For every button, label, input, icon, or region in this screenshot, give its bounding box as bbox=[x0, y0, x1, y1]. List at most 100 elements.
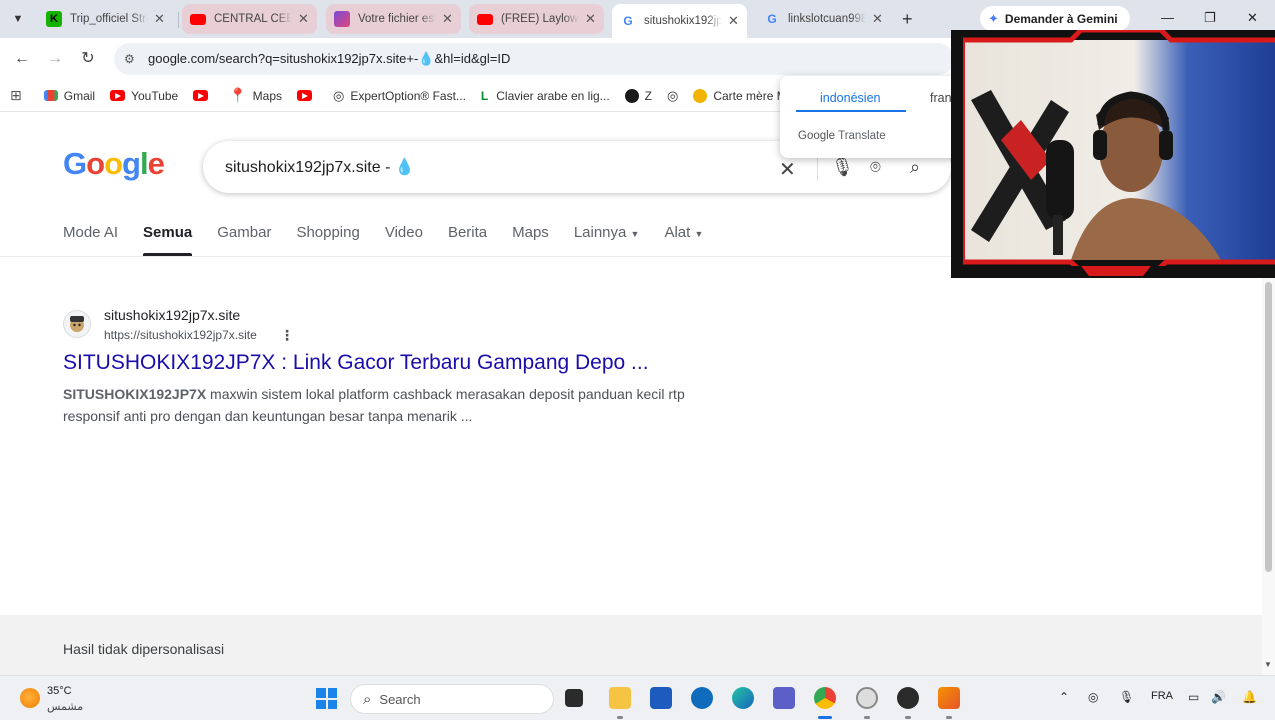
weather-temperature[interactable]: 35°C bbox=[47, 685, 72, 697]
bookmark-gmail[interactable]: Gmail bbox=[43, 89, 95, 103]
tab-central-cee[interactable]: CENTRAL CEE T ✕ bbox=[182, 4, 317, 34]
sun-weather-icon[interactable] bbox=[20, 688, 40, 708]
bookmark-maps[interactable]: 📍 Maps bbox=[229, 87, 282, 104]
gmail-icon bbox=[43, 90, 58, 101]
file-explorer-icon[interactable] bbox=[609, 687, 631, 709]
tab-trip-officiel[interactable]: K Trip_officiel Stre ✕ bbox=[38, 4, 173, 34]
recording-app-icon[interactable] bbox=[897, 687, 919, 709]
task-view-icon[interactable] bbox=[565, 689, 583, 707]
address-bar[interactable]: ⚙ google.com/search?q=situshokix192jp7x.… bbox=[114, 43, 954, 75]
tab-votre-fichier[interactable]: Votre fichier est ✕ bbox=[326, 4, 461, 34]
google-favicon-icon: G bbox=[767, 12, 777, 26]
chrome-icon[interactable] bbox=[814, 687, 836, 709]
brand-translate: Translate bbox=[838, 130, 886, 142]
apps-grid-icon[interactable]: ⊞ bbox=[10, 87, 22, 104]
scrollbar-thumb[interactable] bbox=[1265, 282, 1272, 572]
tab-situshokix-active[interactable]: G situshokix192jp7 ✕ bbox=[612, 4, 747, 38]
tab-lainnya[interactable]: Lainnya ▼ bbox=[574, 224, 640, 256]
minimize-icon[interactable]: — bbox=[1161, 10, 1174, 25]
bookmark-label: Z bbox=[644, 88, 652, 103]
clear-search-icon[interactable]: ✕ bbox=[779, 157, 796, 182]
google-lens-icon[interactable]: ⌾ bbox=[870, 157, 881, 178]
tray-chevron-up-icon[interactable]: ⌃ bbox=[1059, 690, 1069, 704]
result-site-name[interactable]: situshokix192jp7x.site bbox=[104, 307, 240, 323]
tab-gambar[interactable]: Gambar bbox=[217, 224, 271, 256]
close-tab-icon[interactable]: ✕ bbox=[872, 11, 883, 27]
tray-mic-icon[interactable]: 🎙 bbox=[1119, 690, 1134, 704]
bookmark-youtube-3[interactable] bbox=[297, 90, 318, 101]
translate-language-french[interactable]: fran bbox=[930, 91, 952, 105]
tab-berita[interactable]: Berita bbox=[448, 224, 487, 256]
bookmark-youtube[interactable]: YouTube bbox=[110, 89, 178, 103]
search-icon[interactable]: ⌕ bbox=[910, 157, 920, 178]
running-indicator bbox=[864, 716, 870, 719]
network-icon[interactable]: ▭ bbox=[1188, 690, 1199, 704]
bookmark-clavier-arabe[interactable]: L Clavier arabe en lig... bbox=[481, 89, 610, 103]
tab-mode-ai[interactable]: Mode AI bbox=[63, 224, 118, 256]
tab-shopping[interactable]: Shopping bbox=[296, 224, 359, 256]
file-favicon-icon bbox=[334, 11, 350, 27]
new-tab-plus-icon[interactable]: + bbox=[902, 9, 913, 30]
bookmark-expertoption[interactable]: ◎ ExpertOption® Fast... bbox=[333, 88, 466, 104]
site-info-icon[interactable]: ⚙ bbox=[124, 52, 142, 66]
microphone-icon[interactable]: 🎙 bbox=[831, 157, 854, 178]
windows-taskbar: 35°C مشمس ⌕ Search ⌃ ◎ 🎙 FRA ▭ 🔊 🔔 bbox=[0, 675, 1275, 720]
google-logo[interactable]: Google bbox=[63, 146, 165, 182]
address-text: google.com/search?q=situshokix192jp7x.si… bbox=[148, 51, 511, 66]
tab-maps[interactable]: Maps bbox=[512, 224, 549, 256]
taskbar-search-label: Search bbox=[379, 691, 421, 707]
reload-icon[interactable]: ↻ bbox=[78, 49, 98, 69]
result-url[interactable]: https://situshokix192jp7x.site bbox=[104, 328, 257, 342]
bookmark-globe[interactable]: ◎ bbox=[667, 88, 678, 104]
weather-description[interactable]: مشمس bbox=[47, 700, 83, 713]
tab-alat[interactable]: Alat ▼ bbox=[664, 224, 703, 256]
maps-pin-icon: 📍 bbox=[229, 87, 247, 103]
tab-title: linkslotcuan998 bbox=[788, 13, 866, 25]
keyboard-language[interactable]: FRA bbox=[1151, 690, 1173, 702]
back-arrow-icon[interactable]: ← bbox=[12, 49, 32, 69]
close-tab-icon[interactable]: ✕ bbox=[154, 11, 165, 27]
page-scrollbar[interactable]: ▼ bbox=[1262, 256, 1275, 675]
outlook-icon[interactable] bbox=[691, 687, 713, 709]
scroll-down-arrow-icon[interactable]: ▼ bbox=[1264, 660, 1272, 669]
microsoft-store-icon[interactable] bbox=[650, 687, 672, 709]
close-tab-icon[interactable]: ✕ bbox=[442, 11, 453, 27]
edge-icon[interactable] bbox=[732, 687, 754, 709]
close-tab-icon[interactable]: ✕ bbox=[585, 11, 596, 27]
youtube-icon bbox=[110, 90, 126, 101]
youtube-favicon-icon bbox=[190, 13, 206, 25]
notifications-bell-icon[interactable]: 🔔 bbox=[1242, 690, 1257, 704]
bookmark-youtube-2[interactable] bbox=[193, 90, 214, 101]
coin-icon bbox=[693, 88, 708, 103]
search-query-text: situshokix192jp7x.site - 💧 bbox=[225, 159, 415, 176]
close-tab-icon[interactable]: ✕ bbox=[728, 13, 739, 29]
tab-semua[interactable]: Semua bbox=[143, 224, 193, 256]
obs-icon[interactable] bbox=[856, 687, 878, 709]
close-tab-icon[interactable]: ✕ bbox=[298, 11, 309, 27]
close-window-icon[interactable]: ✕ bbox=[1247, 10, 1258, 26]
active-indicator bbox=[818, 716, 832, 719]
brand-google: Google bbox=[798, 130, 836, 142]
bookmark-label: ExpertOption® Fast... bbox=[350, 88, 466, 103]
tab-linkslotcuan[interactable]: G linkslotcuan998 ✕ bbox=[756, 4, 891, 34]
teams-icon[interactable] bbox=[773, 687, 795, 709]
restore-icon[interactable]: ❐ bbox=[1204, 10, 1216, 26]
bookmark-z[interactable]: Z bbox=[624, 88, 652, 103]
tab-search-chevron-icon[interactable]: ▼ bbox=[8, 9, 28, 29]
forward-arrow-icon[interactable]: → bbox=[45, 49, 65, 69]
tray-app-icon[interactable]: ◎ bbox=[1088, 690, 1098, 704]
more-options-icon[interactable]: ⋮ bbox=[280, 327, 294, 344]
windows-start-icon[interactable] bbox=[316, 688, 337, 709]
tab-free-laylow[interactable]: (FREE) Laylow T ✕ bbox=[469, 4, 604, 34]
tab-video[interactable]: Video bbox=[385, 224, 423, 256]
bookmark-label: Clavier arabe en lig... bbox=[496, 88, 610, 103]
ask-gemini-button[interactable]: ✦ Demander à Gemini bbox=[980, 6, 1130, 31]
tab-divider bbox=[178, 12, 179, 28]
kick-favicon-icon: K bbox=[46, 11, 62, 27]
results-footer: Hasil tidak dipersonalisasi bbox=[0, 615, 1262, 675]
translate-language-indonesian[interactable]: indonésien bbox=[820, 91, 880, 105]
taskbar-search-box[interactable]: ⌕ Search bbox=[350, 684, 554, 714]
volume-icon[interactable]: 🔊 bbox=[1211, 690, 1226, 704]
fl-studio-icon[interactable] bbox=[938, 687, 960, 709]
result-title-link[interactable]: SITUSHOKIX192JP7X : Link Gacor Terbaru G… bbox=[63, 351, 649, 375]
